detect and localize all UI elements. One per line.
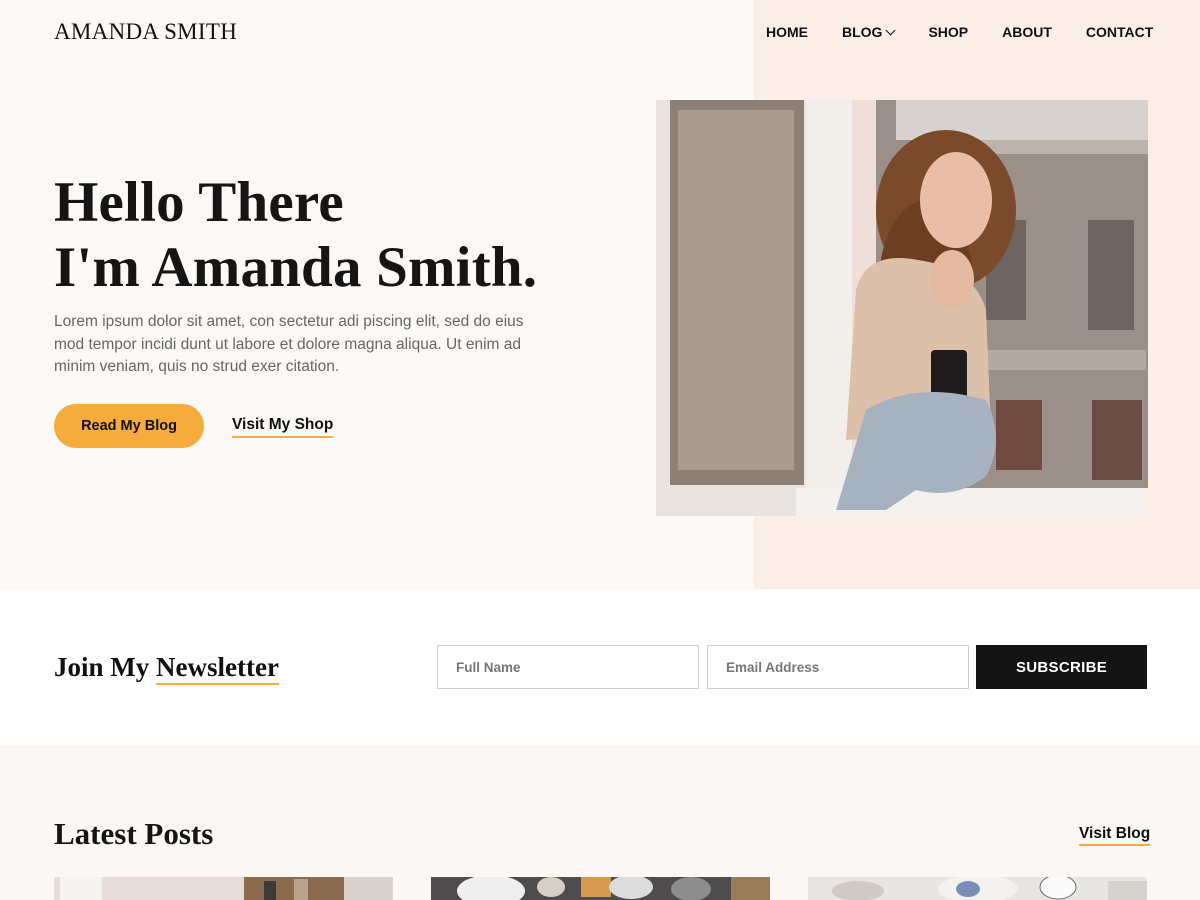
hero-photo-illustration bbox=[656, 100, 1148, 516]
nav-item-home[interactable]: HOME bbox=[766, 24, 808, 40]
newsletter-title-highlight: Newsletter bbox=[156, 652, 279, 685]
hero-heading: Hello There I'm Amanda Smith. bbox=[54, 170, 537, 300]
visit-blog-link[interactable]: Visit Blog bbox=[1079, 825, 1151, 846]
post-thumbnail-image bbox=[431, 877, 770, 900]
newsletter-title-prefix: Join My bbox=[54, 652, 157, 682]
nav-item-label: ABOUT bbox=[1002, 24, 1052, 40]
latest-posts-section: Latest Posts Visit Blog bbox=[0, 745, 1200, 900]
nav-item-label: HOME bbox=[766, 24, 808, 40]
hero-description: Lorem ipsum dolor sit amet, con sectetur… bbox=[54, 313, 524, 375]
nav-item-label: SHOP bbox=[928, 24, 969, 40]
post-thumbnail-image bbox=[808, 877, 1147, 900]
visit-my-shop-link[interactable]: Visit My Shop bbox=[232, 416, 334, 438]
chevron-down-icon bbox=[886, 25, 896, 35]
nav-item-label: CONTACT bbox=[1085, 24, 1154, 40]
site-title[interactable]: AMANDA SMITH bbox=[54, 19, 237, 45]
nav-item-label: BLOG bbox=[842, 24, 883, 40]
post-thumbnail-image bbox=[54, 877, 393, 900]
nav-item-contact[interactable]: CONTACT bbox=[1086, 24, 1153, 40]
latest-posts-title: Latest Posts bbox=[54, 816, 214, 851]
post-thumbnail[interactable] bbox=[54, 877, 393, 900]
post-thumbnail[interactable] bbox=[808, 877, 1147, 900]
hero-heading-line1: Hello There bbox=[54, 171, 344, 234]
hero-section: AMANDA SMITH HOME BLOG SHOP ABOUT CONTAC… bbox=[0, 0, 1200, 589]
hero-heading-line2: I'm Amanda Smith. bbox=[54, 236, 538, 299]
newsletter-section: Join My Newsletter SUBSCRIBE bbox=[0, 589, 1200, 745]
hero-photo bbox=[656, 100, 1148, 516]
read-my-blog-button[interactable]: Read My Blog bbox=[54, 404, 204, 448]
nav-item-about[interactable]: ABOUT bbox=[1002, 24, 1052, 40]
nav-item-shop[interactable]: SHOP bbox=[928, 24, 968, 40]
full-name-input[interactable] bbox=[437, 645, 699, 689]
subscribe-button[interactable]: SUBSCRIBE bbox=[976, 645, 1147, 689]
nav-item-blog[interactable]: BLOG bbox=[842, 24, 896, 40]
post-thumbnail[interactable] bbox=[431, 877, 770, 900]
main-nav: HOME BLOG SHOP ABOUT CONTACT bbox=[766, 24, 1153, 40]
email-address-input[interactable] bbox=[707, 645, 969, 689]
newsletter-title: Join My Newsletter bbox=[54, 652, 279, 685]
